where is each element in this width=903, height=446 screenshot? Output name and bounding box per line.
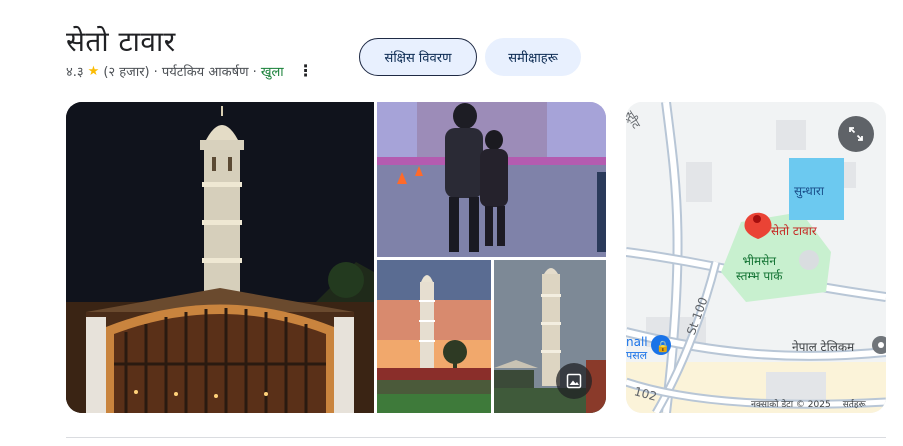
star-icon: ★	[87, 63, 100, 79]
map-expand-button[interactable]	[838, 116, 874, 152]
map-panel[interactable]: 🔒 स्ट्रीट सुन्धारा सेतो टावार भीमसेन स्त…	[626, 102, 886, 413]
map-label-ntc: नेपाल टेलिकम	[792, 340, 855, 354]
map-label-nall-sub: पसल	[626, 349, 648, 362]
svg-text:🔒: 🔒	[656, 340, 670, 353]
tab-reviews-label: समीक्षाहरू	[508, 51, 558, 66]
photo-gallery	[66, 102, 606, 413]
tab-overview[interactable]: संक्षिस विवरण	[359, 38, 477, 76]
review-count-link[interactable]: (२ हजार)	[103, 62, 149, 80]
photo-main-tower-night[interactable]	[66, 102, 374, 413]
map-terms-link[interactable]: सर्तहरू	[843, 397, 866, 410]
expand-icon	[849, 127, 863, 141]
image-gallery-icon	[566, 373, 582, 389]
tab-overview-label: संक्षिस विवरण	[384, 51, 452, 66]
photo-tower-sunset[interactable]	[377, 260, 491, 413]
map-label-nall: nall	[626, 335, 648, 349]
open-status: खुला	[260, 65, 284, 80]
map-data-credit: नक्साको डेटा © 2025	[751, 400, 831, 410]
map-label-sundhara: सुन्धारा	[794, 184, 824, 198]
visitors-illustration	[377, 102, 606, 257]
category-text: · पर्यटकिय आकर्षण ·	[153, 65, 257, 80]
tower-sunset-illustration	[377, 260, 491, 413]
map-attribution: नक्साको डेटा © 2025 सर्तहरू	[751, 397, 866, 410]
map-label-park: भीमसेन स्तम्भ पार्क	[736, 254, 783, 283]
place-title: सेतो टावार	[66, 25, 176, 58]
section-divider	[66, 437, 886, 438]
more-options-icon[interactable]: ⋮	[298, 63, 314, 79]
image-gallery-button[interactable]	[556, 363, 592, 399]
rating-value: ४.३	[66, 65, 84, 80]
map-marker-label[interactable]: सेतो टावार	[771, 222, 817, 239]
tower-night-illustration	[66, 102, 374, 413]
photo-visitors[interactable]	[377, 102, 606, 257]
place-subline: ४.३ ★ (२ हजार) · पर्यटकिय आकर्षण · खुला …	[66, 62, 314, 81]
tab-reviews[interactable]: समीक्षाहरू	[485, 38, 581, 76]
